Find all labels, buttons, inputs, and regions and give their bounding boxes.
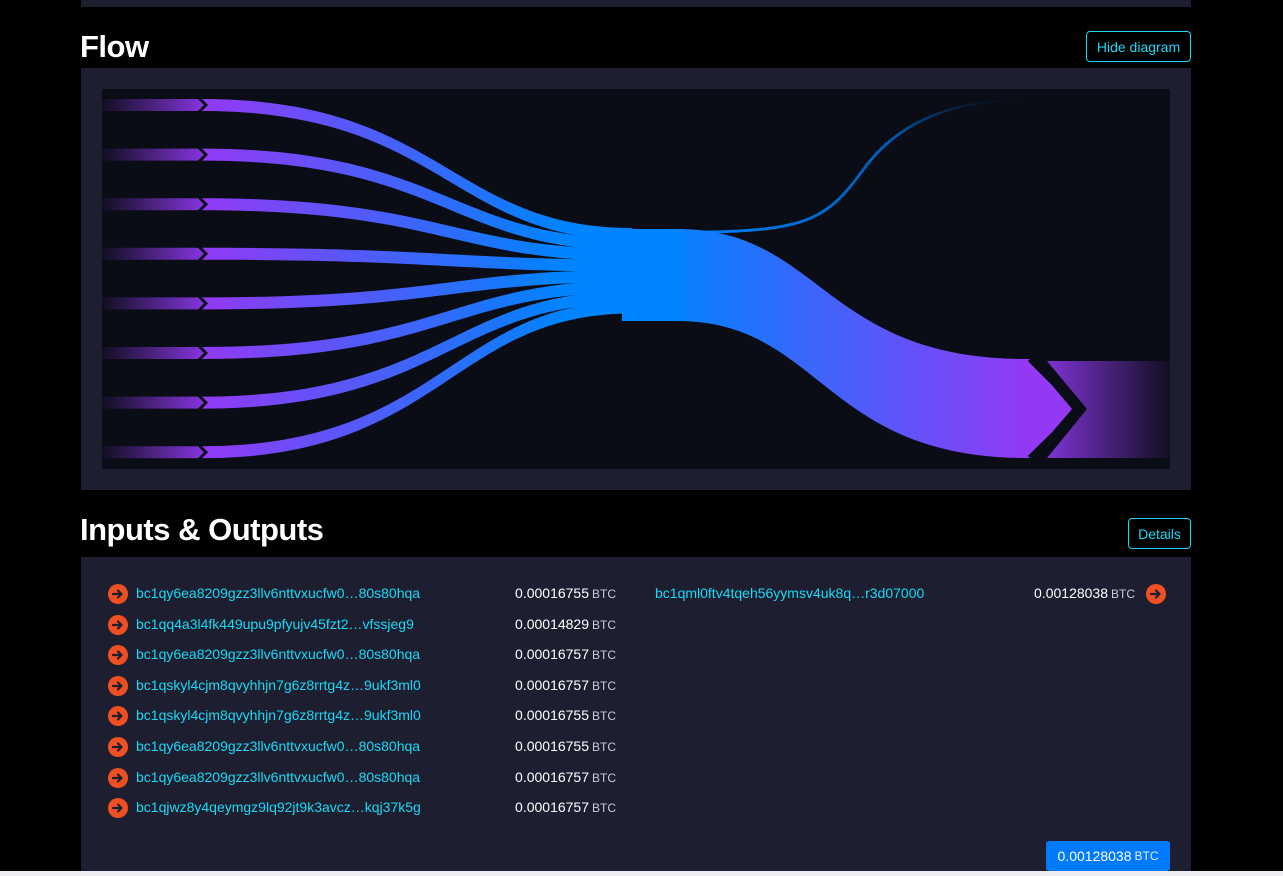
flow-panel: [81, 68, 1191, 490]
input-amount: 0.00016755 BTC: [515, 585, 616, 601]
input-flow-tail: [102, 148, 204, 161]
input-row: bc1qskyl4cjm8qvyhhjn7g6z8rrtg4z…9ukf3ml0…: [108, 675, 618, 697]
input-row: bc1qy6ea8209gzz3llv6nttvxucfw0…80s80hqa 0…: [108, 767, 618, 789]
input-row: bc1qy6ea8209gzz3llv6nttvxucfw0…80s80hqa 0…: [108, 644, 618, 666]
details-button[interactable]: Details: [1128, 518, 1191, 549]
input-row: bc1qskyl4cjm8qvyhhjn7g6z8rrtg4z…9ukf3ml0…: [108, 705, 618, 727]
input-amount: 0.00016757 BTC: [515, 677, 616, 693]
input-address-link[interactable]: bc1qskyl4cjm8qvyhhjn7g6z8rrtg4z…9ukf3ml0: [136, 677, 421, 693]
input-address-link[interactable]: bc1qjwz8y4qeymgz9lq92jt9k3avcz…kqj37k5g: [136, 799, 421, 815]
input-address-link[interactable]: bc1qy6ea8209gzz3llv6nttvxucfw0…80s80hqa: [136, 738, 420, 754]
output-flow-link: [662, 229, 1027, 458]
input-address-link[interactable]: bc1qy6ea8209gzz3llv6nttvxucfw0…80s80hqa: [136, 585, 420, 601]
input-address-link[interactable]: bc1qy6ea8209gzz3llv6nttvxucfw0…80s80hqa: [136, 646, 420, 662]
input-amount: 0.00016757 BTC: [515, 646, 616, 662]
flow-diagram: [102, 89, 1170, 469]
input-row: bc1qjwz8y4qeymgz9lq92jt9k3avcz…kqj37k5g 0…: [108, 797, 618, 819]
flow-junction: [622, 229, 682, 321]
input-amount: 0.00016757 BTC: [515, 769, 616, 785]
input-arrow-icon[interactable]: [108, 615, 128, 635]
input-address-link[interactable]: bc1qq4a3l4fk449upu9pfyujv45fzt2…vfssjeg9: [136, 616, 414, 632]
input-arrow-icon[interactable]: [108, 676, 128, 696]
input-arrow-icon[interactable]: [108, 645, 128, 665]
sankey-diagram: [102, 99, 1170, 461]
flow-title: Flow: [80, 29, 149, 64]
input-arrow-icon[interactable]: [108, 798, 128, 818]
input-arrow-icon[interactable]: [108, 737, 128, 757]
hide-diagram-button[interactable]: Hide diagram: [1086, 31, 1191, 62]
output-arrow-icon[interactable]: [1146, 584, 1166, 604]
output-row: bc1qml0ftv4tqeh56yymsv4uk8q…r3d07000 0.0…: [655, 583, 1170, 605]
input-row: bc1qy6ea8209gzz3llv6nttvxucfw0…80s80hqa 0…: [108, 583, 618, 605]
input-amount: 0.00014829 BTC: [515, 616, 616, 632]
input-arrow-icon[interactable]: [108, 584, 128, 604]
input-arrow-icon[interactable]: [108, 768, 128, 788]
input-flow-tail: [102, 99, 204, 111]
input-row: bc1qq4a3l4fk449upu9pfyujv45fzt2…vfssjeg9…: [108, 614, 618, 636]
input-address-link[interactable]: bc1qy6ea8209gzz3llv6nttvxucfw0…80s80hqa: [136, 769, 420, 785]
page-bottom-edge: [0, 871, 1283, 876]
input-flow-tail: [102, 446, 204, 459]
input-amount: 0.00016755 BTC: [515, 707, 616, 723]
input-address-link[interactable]: bc1qskyl4cjm8qvyhhjn7g6z8rrtg4z…9ukf3ml0: [136, 707, 421, 723]
input-flow-tail: [102, 198, 204, 211]
output-amount: 0.00128038 BTC: [1034, 585, 1135, 601]
input-flow-tail: [102, 396, 204, 409]
input-arrow-icon[interactable]: [108, 706, 128, 726]
input-row: bc1qy6ea8209gzz3llv6nttvxucfw0…80s80hqa 0…: [108, 736, 618, 758]
input-flow-tail: [102, 347, 204, 359]
input-amount: 0.00016755 BTC: [515, 738, 616, 754]
input-flow-tail: [102, 297, 204, 310]
output-address-link[interactable]: bc1qml0ftv4tqeh56yymsv4uk8q…r3d07000: [655, 585, 924, 601]
previous-section-bottom: [81, 0, 1191, 7]
change-flow-link: [662, 99, 1027, 234]
input-flow-tail: [102, 247, 204, 260]
total-output-badge: 0.00128038 BTC: [1046, 841, 1170, 871]
input-flow-link: [202, 148, 632, 251]
input-amount: 0.00016757 BTC: [515, 799, 616, 815]
inputs-outputs-title: Inputs & Outputs: [80, 512, 324, 547]
